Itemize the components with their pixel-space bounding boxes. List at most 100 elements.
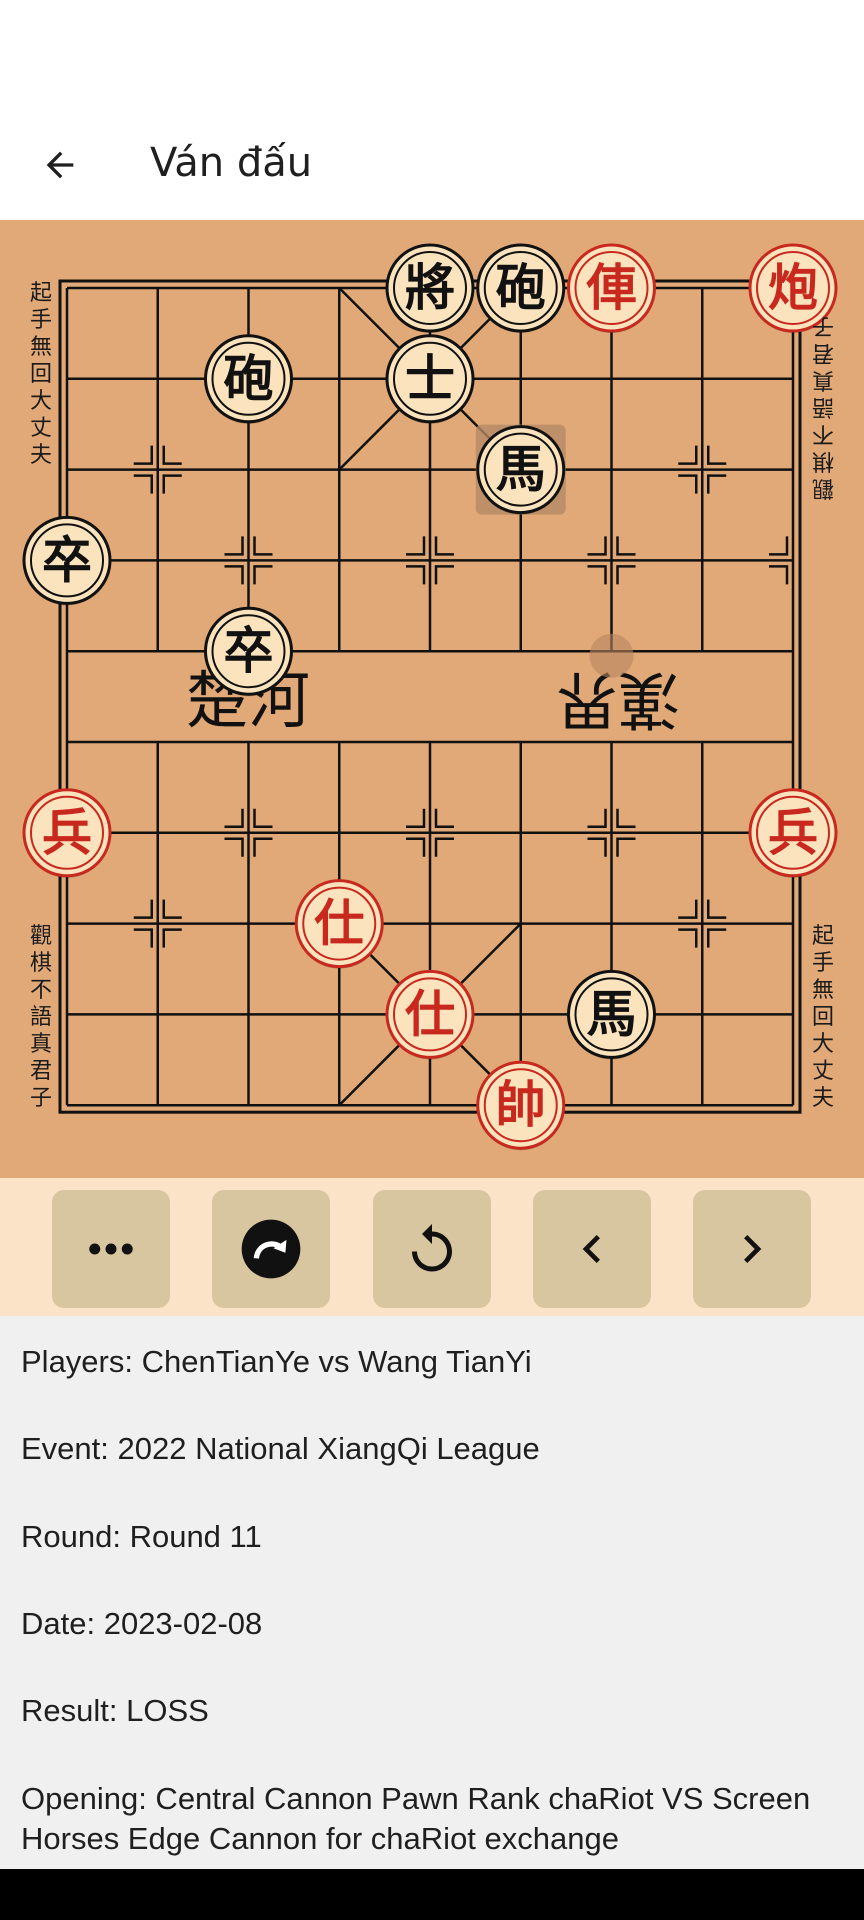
position-marker <box>769 565 789 585</box>
position-marker <box>162 474 182 494</box>
piece-red[interactable]: 兵 <box>22 788 112 878</box>
position-marker <box>616 837 636 857</box>
position-marker <box>224 565 244 585</box>
position-marker <box>434 837 454 857</box>
position-marker <box>133 474 153 494</box>
piece-red[interactable]: 仕 <box>385 969 475 1060</box>
arrow-left-icon <box>46 151 74 179</box>
app-bar: Ván đấu <box>0 110 864 220</box>
position-marker <box>678 928 698 948</box>
piece-red[interactable]: 兵 <box>748 788 838 878</box>
position-marker <box>707 445 727 465</box>
piece-red[interactable]: 帥 <box>476 1060 566 1151</box>
piece-red[interactable]: 俥 <box>567 243 656 333</box>
position-marker <box>253 837 273 857</box>
piece-black[interactable]: 卒 <box>22 515 112 606</box>
position-marker <box>253 536 273 556</box>
position-marker <box>406 808 426 829</box>
side-text-top-right: 觀棋不語真君子 <box>812 313 835 500</box>
position-marker <box>678 474 698 494</box>
date-text: Date: 2023-02-08 <box>21 1606 263 1641</box>
position-marker <box>587 808 607 829</box>
piece-label: 將 <box>405 258 455 317</box>
event-text: Event: 2022 National XiangQi League <box>21 1431 540 1466</box>
side-text-bottom-right: 起手無回大丈夫 <box>811 924 834 1111</box>
move-controls <box>0 1178 864 1316</box>
position-marker <box>587 565 607 585</box>
players-text: Players: ChenTianYe vs Wang TianYi <box>21 1344 532 1379</box>
position-marker <box>707 928 727 948</box>
more-button[interactable] <box>52 1190 170 1308</box>
piece-black[interactable]: 卒 <box>204 606 293 697</box>
back-button[interactable] <box>28 133 92 197</box>
piece-black[interactable]: 馬 <box>567 969 656 1060</box>
piece-label: 砲 <box>496 258 546 317</box>
position-marker <box>707 899 727 919</box>
piece-red[interactable]: 仕 <box>294 879 384 969</box>
position-marker <box>587 837 607 857</box>
side-text-top-left: 起手無回大丈夫 <box>29 281 52 468</box>
piece-black[interactable]: 將 <box>385 243 475 333</box>
position-marker <box>678 445 698 465</box>
piece-label: 卒 <box>42 530 92 589</box>
piece-label: 仕 <box>405 984 455 1043</box>
position-marker <box>133 445 153 465</box>
more-horizontal-icon <box>89 1243 133 1255</box>
board-canvas[interactable]: 楚河 漢界 將砲俥炮砲 士馬卒卒兵 兵仕仕 馬帥 <box>0 220 864 1178</box>
position-marker <box>224 808 244 829</box>
page-title: Ván đấu <box>150 140 313 186</box>
position-marker <box>406 837 426 857</box>
position-marker <box>616 808 636 829</box>
piece-label: 兵 <box>768 803 818 862</box>
system-nav-bar <box>0 1869 864 1920</box>
position-marker <box>133 928 153 948</box>
position-marker <box>133 899 153 919</box>
redo-button[interactable] <box>212 1190 330 1308</box>
last-move-dot <box>589 633 634 678</box>
piece-black[interactable]: 士 <box>385 334 475 424</box>
piece-label: 士 <box>405 349 455 408</box>
rotate-icon <box>412 1224 452 1272</box>
position-marker <box>224 837 244 857</box>
piece-label: 卒 <box>224 621 274 680</box>
restart-button[interactable] <box>373 1190 491 1308</box>
position-marker <box>769 536 789 556</box>
piece-label: 兵 <box>42 803 92 862</box>
position-marker <box>162 445 182 465</box>
piece-label: 炮 <box>768 258 818 317</box>
chevron-left-icon <box>582 1235 600 1263</box>
xiangqi-board[interactable]: 楚河 漢界 將砲俥炮砲士馬卒卒兵兵仕仕馬帥 起手無回大丈夫 觀棋不語真君子 觀棋… <box>0 220 864 1178</box>
chevron-right-icon <box>744 1235 762 1263</box>
opening-text: Opening: Central Cannon Pawn Rank chaRio… <box>21 1781 811 1856</box>
position-marker <box>224 536 244 556</box>
piece-black[interactable]: 砲 <box>204 334 293 424</box>
piece-label: 俥 <box>586 258 637 317</box>
position-marker <box>406 565 426 585</box>
position-marker <box>616 565 636 585</box>
piece-black[interactable]: 砲 <box>476 243 566 333</box>
next-button[interactable] <box>693 1190 811 1308</box>
redo-circle-icon <box>241 1219 301 1279</box>
result-text: Result: LOSS <box>21 1693 209 1728</box>
position-marker <box>707 474 727 494</box>
position-marker <box>253 565 273 585</box>
piece-label: 仕 <box>314 894 364 953</box>
position-marker <box>587 536 607 556</box>
piece-black[interactable]: 馬 <box>475 424 566 515</box>
piece-label: 馬 <box>587 984 637 1043</box>
round-text: Round: Round 11 <box>21 1519 262 1554</box>
position-marker <box>406 536 426 556</box>
position-marker <box>434 808 454 829</box>
status-bar <box>0 0 864 110</box>
side-text-bottom-left: 觀棋不語真君子 <box>29 924 52 1111</box>
position-marker <box>616 536 636 556</box>
position-marker <box>678 899 698 919</box>
piece-label: 帥 <box>496 1075 546 1134</box>
piece-label: 砲 <box>224 349 274 408</box>
position-marker <box>162 928 182 948</box>
position-marker <box>253 808 273 829</box>
prev-button[interactable] <box>533 1190 651 1308</box>
position-marker <box>434 565 454 585</box>
position-marker <box>162 899 182 919</box>
game-info: Players: ChenTianYe vs Wang TianYi Event… <box>0 1316 864 1869</box>
